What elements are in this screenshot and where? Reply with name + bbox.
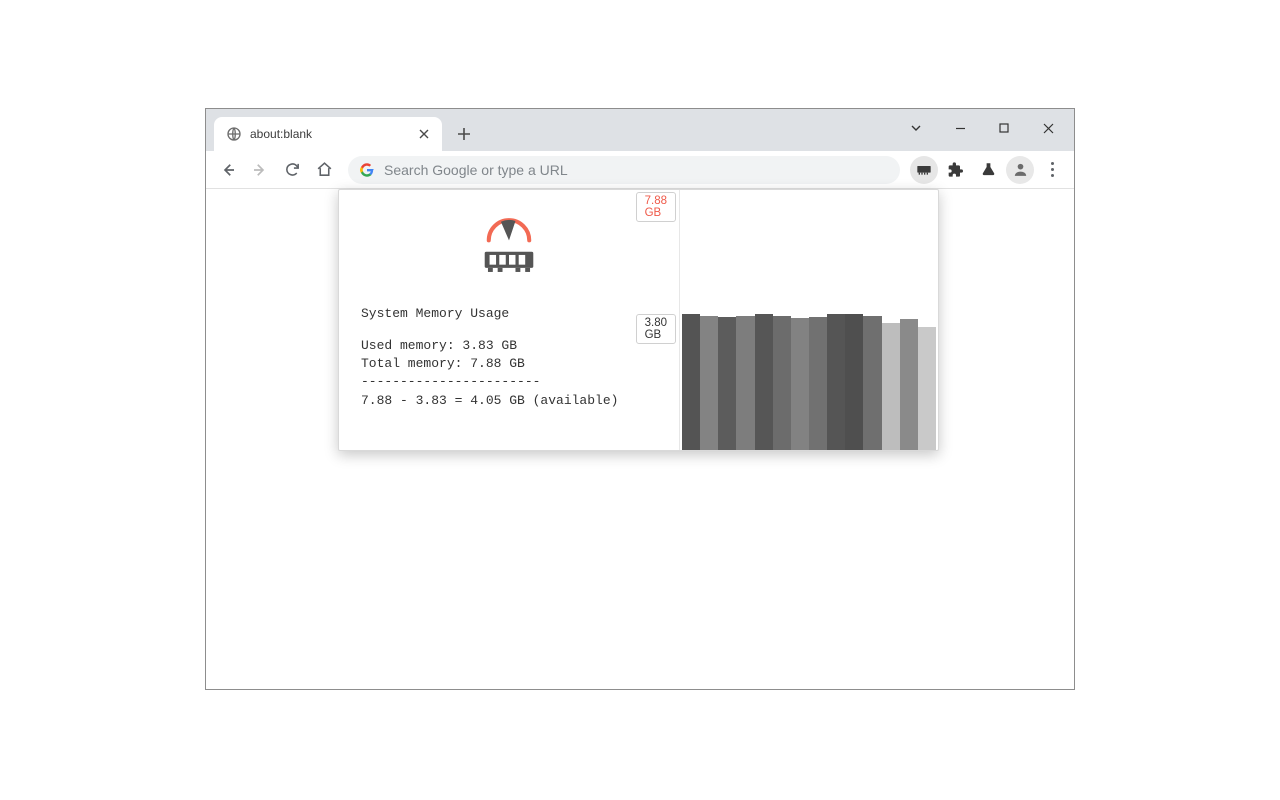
extensions-puzzle-icon[interactable] — [942, 156, 970, 184]
gauge-icon — [361, 208, 657, 276]
browser-window: about:blank — [205, 108, 1075, 690]
tab-close-icon[interactable] — [416, 126, 432, 142]
chart-bar — [827, 314, 845, 450]
chart-bar — [918, 327, 936, 450]
chart-ymax-label: 7.88 GB — [636, 192, 676, 222]
url-input[interactable] — [384, 162, 888, 178]
browser-tab[interactable]: about:blank — [214, 117, 442, 151]
popup-used-line: Used memory: 3.83 GB — [361, 337, 657, 355]
chart-bar — [736, 316, 754, 450]
profile-avatar-icon[interactable] — [1006, 156, 1034, 184]
labs-flask-icon[interactable] — [974, 156, 1002, 184]
popup-info-pane: System Memory Usage Used memory: 3.83 GB… — [339, 190, 679, 450]
memory-bar-chart — [682, 194, 936, 450]
forward-button[interactable] — [246, 156, 274, 184]
popup-title: System Memory Usage — [361, 306, 657, 321]
tab-title: about:blank — [250, 127, 408, 141]
popup-chart-pane: 7.88 GB 3.80 GB — [679, 190, 938, 450]
toolbar — [206, 151, 1074, 189]
overflow-menu-icon[interactable] — [1038, 156, 1066, 184]
popup-available-line: 7.88 - 3.83 = 4.05 GB (available) — [361, 392, 657, 410]
window-close-icon[interactable] — [1026, 113, 1070, 143]
chart-bar — [700, 316, 718, 450]
memory-popup: System Memory Usage Used memory: 3.83 GB… — [338, 189, 939, 451]
chart-bar — [900, 319, 918, 450]
chart-bar — [809, 317, 827, 450]
chart-bar — [845, 314, 863, 450]
window-controls — [894, 113, 1070, 143]
chart-current-label: 3.80 GB — [636, 314, 676, 344]
window-minimize-icon[interactable] — [938, 113, 982, 143]
new-tab-button[interactable] — [450, 120, 478, 148]
window-maximize-icon[interactable] — [982, 113, 1026, 143]
home-button[interactable] — [310, 156, 338, 184]
chart-bar — [863, 316, 881, 450]
reload-button[interactable] — [278, 156, 306, 184]
back-button[interactable] — [214, 156, 242, 184]
globe-icon — [226, 126, 242, 142]
popup-separator: ----------------------- — [361, 373, 657, 391]
chart-bar — [718, 317, 736, 450]
chart-bar — [882, 323, 900, 450]
chart-bar — [773, 316, 791, 450]
window-caret-icon[interactable] — [894, 113, 938, 143]
chart-bar — [755, 314, 773, 450]
chart-bar — [682, 314, 700, 450]
omnibox[interactable] — [348, 156, 900, 184]
chart-bar — [791, 318, 809, 450]
memory-extension-icon[interactable] — [910, 156, 938, 184]
popup-total-line: Total memory: 7.88 GB — [361, 355, 657, 373]
page-content: System Memory Usage Used memory: 3.83 GB… — [206, 189, 1074, 689]
google-g-icon — [360, 163, 374, 177]
titlebar: about:blank — [206, 109, 1074, 151]
